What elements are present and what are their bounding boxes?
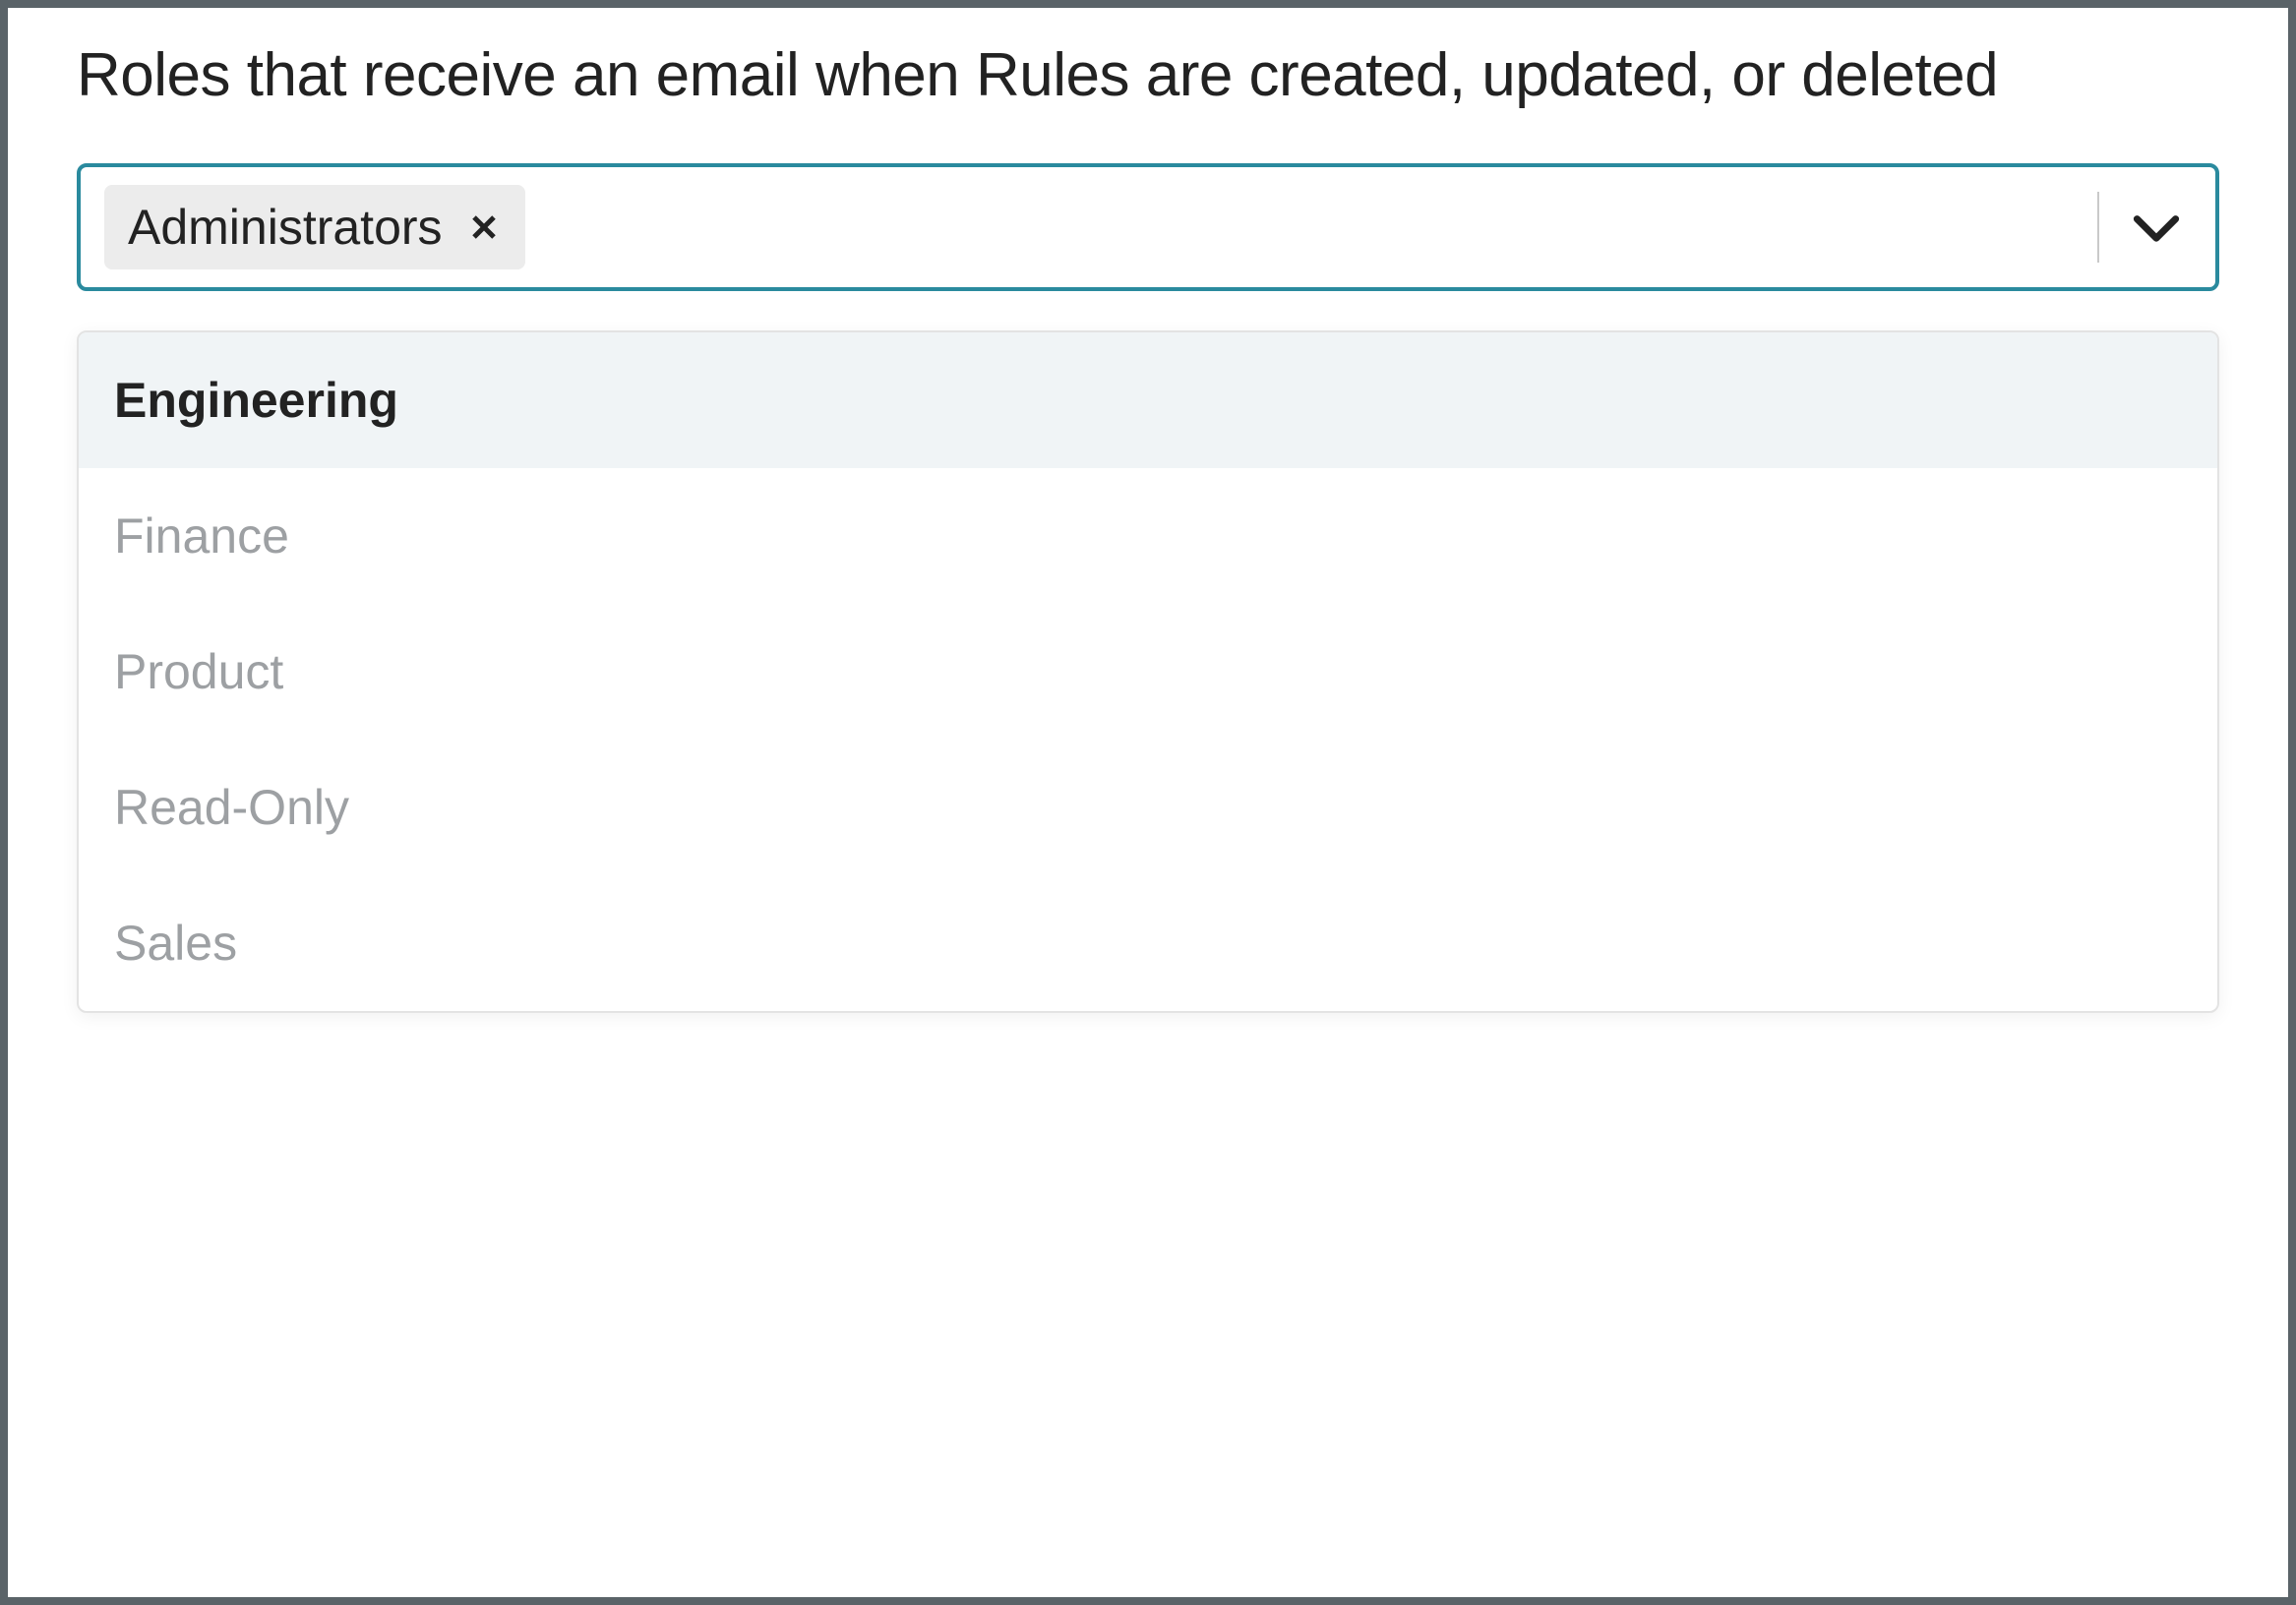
field-label: Roles that receive an email when Rules a…	[77, 37, 2219, 114]
chip-administrators: Administrators	[104, 185, 525, 269]
screenshot-frame: Roles that receive an email when Rules a…	[0, 0, 2296, 1605]
dropdown-toggle-button[interactable]	[2107, 188, 2205, 267]
control-divider	[2097, 192, 2099, 263]
roles-dropdown-menu: Engineering Finance Product Read-Only Sa…	[77, 330, 2219, 1013]
chip-label: Administrators	[128, 199, 443, 256]
option-sales[interactable]: Sales	[79, 875, 2217, 1011]
option-product[interactable]: Product	[79, 604, 2217, 740]
option-finance[interactable]: Finance	[79, 468, 2217, 604]
chevron-down-icon	[2129, 208, 2184, 247]
selected-chips-area: Administrators	[104, 185, 2089, 269]
close-icon	[469, 212, 499, 242]
option-engineering[interactable]: Engineering	[79, 332, 2217, 468]
option-read-only[interactable]: Read-Only	[79, 740, 2217, 875]
roles-multiselect[interactable]: Administrators	[77, 163, 2219, 291]
chip-remove-button[interactable]	[466, 209, 502, 245]
